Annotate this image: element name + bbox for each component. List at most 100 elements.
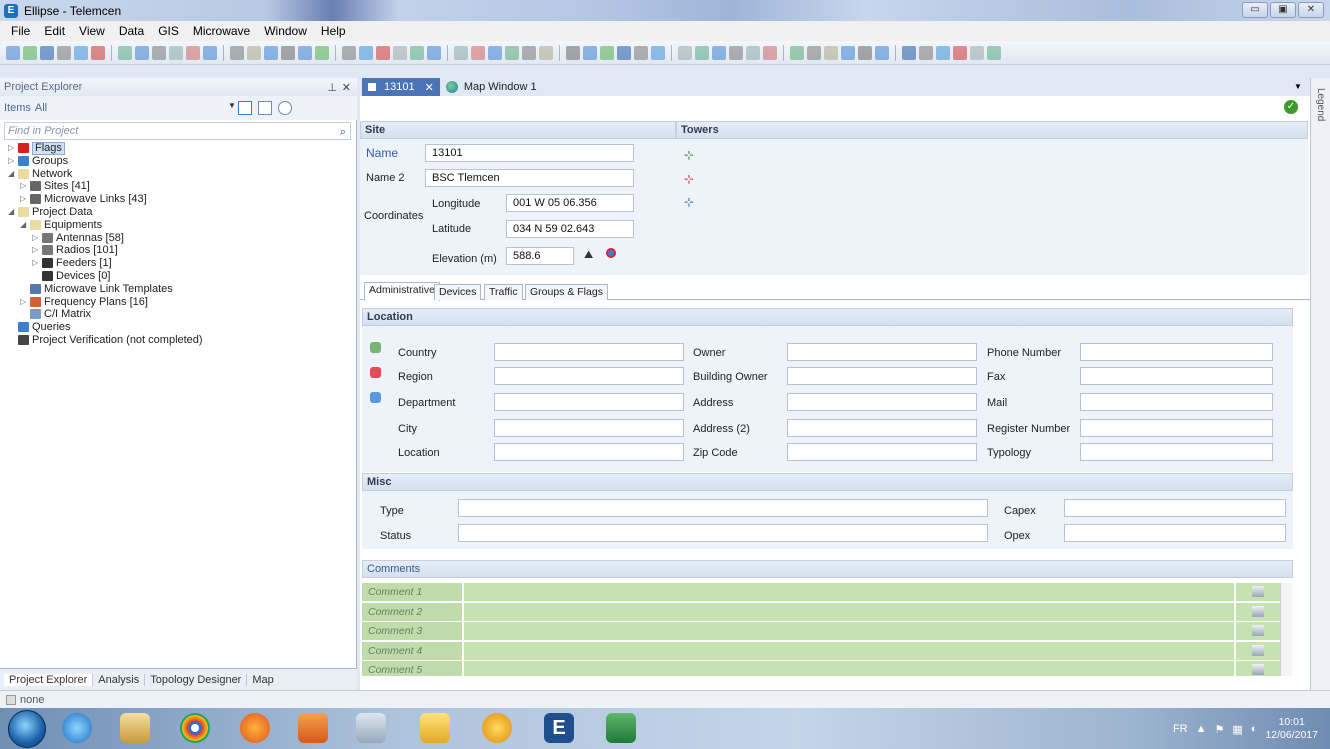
view-mode-icon[interactable]: [238, 101, 252, 115]
toolbar-button-icon[interactable]: [471, 45, 485, 60]
toolbar-button-icon[interactable]: [135, 45, 149, 60]
toolbar-button-icon[interactable]: [315, 45, 329, 60]
pin-icon[interactable]: ⊥: [327, 81, 337, 94]
comment-value[interactable]: [464, 583, 1234, 601]
loc-mid-field[interactable]: [787, 443, 977, 461]
toolbar-button-icon[interactable]: [583, 45, 597, 60]
ellipse-app-icon[interactable]: E: [544, 713, 574, 743]
tree-node[interactable]: Queries: [0, 321, 357, 334]
menu-microwave[interactable]: Microwave: [186, 24, 257, 38]
items-filter-select[interactable]: All: [35, 102, 47, 114]
toolbar-button-icon[interactable]: [57, 45, 71, 60]
toolbar-button-icon[interactable]: [919, 45, 933, 60]
tree-node[interactable]: Devices [0]: [0, 270, 357, 283]
comment-row[interactable]: Comment 2: [362, 602, 1282, 621]
loc-right-field[interactable]: [1080, 343, 1273, 361]
expand-icon[interactable]: ▷: [8, 142, 16, 155]
comment-value[interactable]: [464, 641, 1234, 660]
toolbar-button-icon[interactable]: [566, 45, 580, 60]
toolbar-button-icon[interactable]: [763, 45, 777, 60]
view-mode-alt-icon[interactable]: [258, 101, 272, 115]
close-window-button[interactable]: ✕: [1298, 2, 1324, 18]
toolbar-button-icon[interactable]: [678, 45, 692, 60]
toolbar-button-icon[interactable]: [858, 45, 872, 60]
legend-sidebar[interactable]: Legend: [1310, 78, 1330, 690]
volume-tray-icon[interactable]: ◐: [1251, 723, 1258, 735]
toolbar-button-icon[interactable]: [505, 45, 519, 60]
collapse-icon[interactable]: ◢: [8, 206, 16, 219]
collapse-icon[interactable]: ◢: [20, 219, 28, 232]
toolbar-button-icon[interactable]: [651, 45, 665, 60]
toolbar-button-icon[interactable]: [23, 45, 37, 60]
comment-row[interactable]: Comment 3: [362, 622, 1282, 640]
clock[interactable]: 10:01 12/06/2017: [1265, 716, 1318, 742]
start-button[interactable]: [8, 710, 46, 748]
firefox-icon[interactable]: [240, 713, 270, 743]
toolbar-button-icon[interactable]: [152, 45, 166, 60]
toolbar-button-icon[interactable]: [695, 45, 709, 60]
loc-right-field[interactable]: [1080, 367, 1273, 385]
view-options-icon[interactable]: [278, 101, 292, 115]
menu-data[interactable]: Data: [112, 24, 151, 38]
tree-node[interactable]: ◢ Network: [0, 168, 357, 181]
toolbar-button-icon[interactable]: [790, 45, 804, 60]
toolbar-button-icon[interactable]: [729, 45, 743, 60]
edit-note-icon[interactable]: [1252, 605, 1264, 617]
toolbar-button-icon[interactable]: [40, 45, 54, 60]
tab-map-window[interactable]: Map Window 1: [440, 78, 543, 96]
toolbar-button-icon[interactable]: [902, 45, 916, 60]
collapse-icon[interactable]: ◢: [8, 168, 16, 181]
toolbar-button-icon[interactable]: [393, 45, 407, 60]
file-explorer-icon[interactable]: [120, 713, 150, 743]
toolbar-button-icon[interactable]: [953, 45, 967, 60]
folder-app-icon[interactable]: [420, 713, 450, 743]
menu-help[interactable]: Help: [314, 24, 353, 38]
loc-left-field[interactable]: [494, 343, 684, 361]
tab-site-13101[interactable]: 13101 ✕: [362, 78, 440, 96]
toolbar-button-icon[interactable]: [118, 45, 132, 60]
toolbar-button-icon[interactable]: [427, 45, 441, 60]
loc-right-field[interactable]: [1080, 443, 1273, 461]
tree-node[interactable]: Project Verification (not completed): [0, 334, 357, 347]
toolbar-button-icon[interactable]: [824, 45, 838, 60]
loc-right-field[interactable]: [1080, 393, 1273, 411]
loc-mid-field[interactable]: [787, 343, 977, 361]
expand-icon[interactable]: ▷: [20, 193, 28, 206]
tree-node[interactable]: ▷ Flags: [0, 142, 357, 155]
comments-scrollbar[interactable]: [1280, 583, 1292, 676]
app-orange-icon[interactable]: [482, 713, 512, 743]
edit-note-icon[interactable]: [1252, 625, 1264, 636]
tree-node[interactable]: C/I Matrix: [0, 308, 357, 321]
tab-list-chevron-icon[interactable]: ▼: [1294, 82, 1302, 91]
toolbar-button-icon[interactable]: [617, 45, 631, 60]
toolbar-button-icon[interactable]: [376, 45, 390, 60]
language-indicator[interactable]: FR: [1173, 723, 1188, 735]
toolbar-button-icon[interactable]: [987, 45, 1001, 60]
menu-file[interactable]: File: [4, 24, 37, 38]
menu-gis[interactable]: GIS: [151, 24, 186, 38]
expand-icon[interactable]: ▷: [32, 244, 40, 257]
tree-node[interactable]: ▷ Antennas [58]: [0, 232, 357, 245]
toolbar-button-icon[interactable]: [91, 45, 105, 60]
tree-node[interactable]: Microwave Link Templates: [0, 283, 357, 296]
edit-note-icon[interactable]: [1252, 664, 1264, 675]
media-player-icon[interactable]: [298, 713, 328, 743]
minimize-button[interactable]: ▭: [1242, 2, 1268, 18]
menu-window[interactable]: Window: [257, 24, 314, 38]
comment-value[interactable]: [464, 622, 1234, 640]
expand-icon[interactable]: ▷: [20, 296, 28, 309]
menu-edit[interactable]: Edit: [37, 24, 72, 38]
tray-chevron-icon[interactable]: ▲: [1196, 723, 1207, 735]
comment-row[interactable]: Comment 1: [362, 583, 1282, 601]
chrome-icon[interactable]: [180, 713, 210, 743]
find-in-project-input[interactable]: Find in Project ⌕: [4, 122, 351, 140]
tree-node[interactable]: ▷ Groups: [0, 155, 357, 168]
flag-tray-icon[interactable]: ⚑: [1215, 723, 1225, 736]
tree-node[interactable]: ▷ Frequency Plans [16]: [0, 296, 357, 309]
close-tab-icon[interactable]: ✕: [425, 81, 434, 94]
toolbar-button-icon[interactable]: [841, 45, 855, 60]
loc-left-field[interactable]: [494, 393, 684, 411]
menu-view[interactable]: View: [72, 24, 112, 38]
excel-icon[interactable]: [606, 713, 636, 743]
expand-icon[interactable]: ▷: [32, 257, 40, 270]
